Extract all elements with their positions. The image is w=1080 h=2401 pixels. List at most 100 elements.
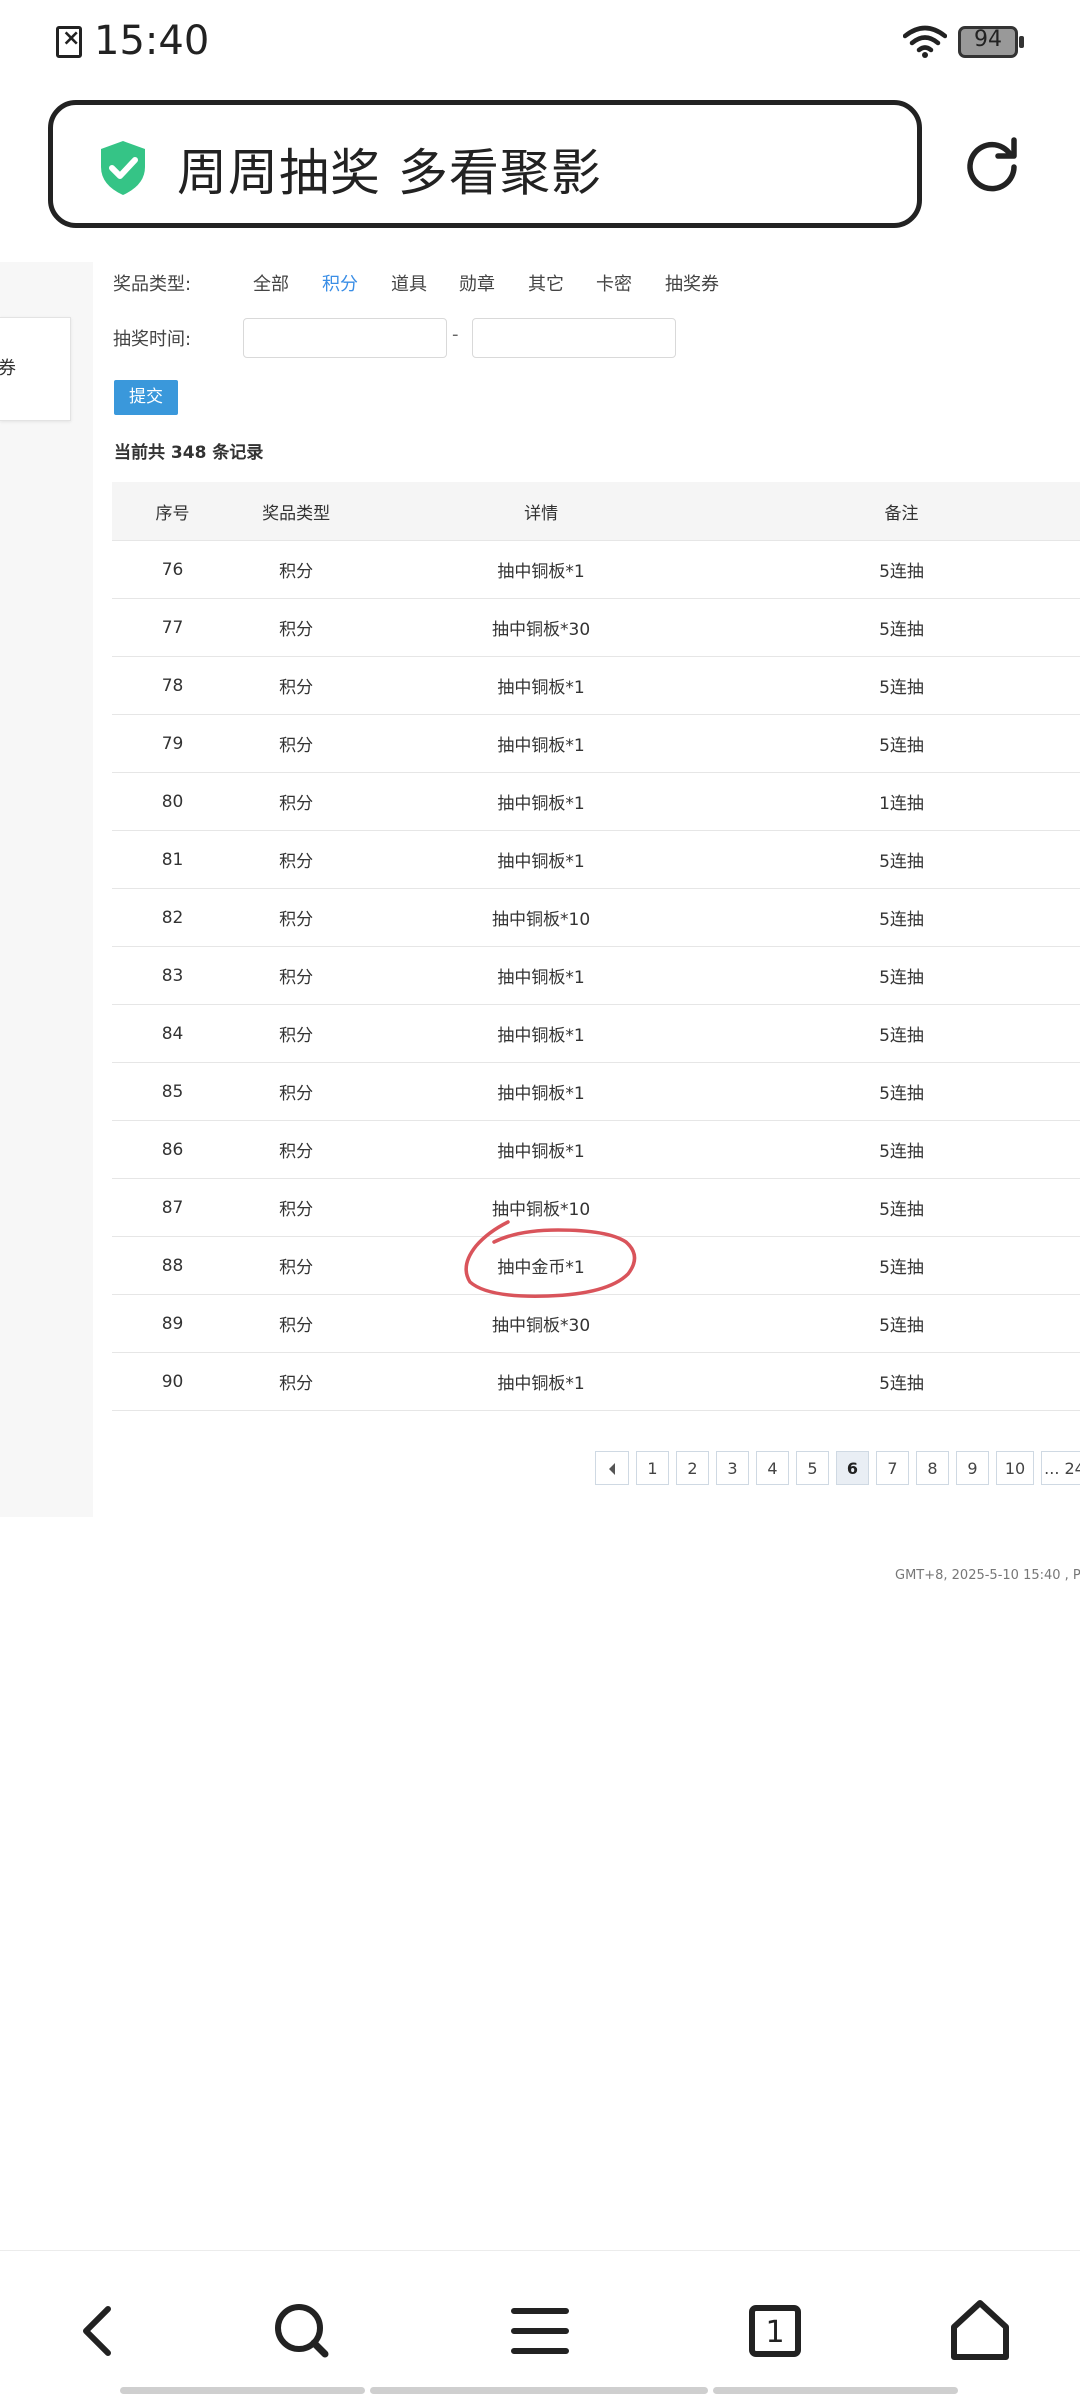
- header-prize-type: 奖品类型: [233, 482, 360, 541]
- header-index: 序号: [112, 482, 234, 541]
- cell-index: 90: [112, 1352, 234, 1411]
- page-3[interactable]: 3: [716, 1451, 749, 1485]
- filter-items[interactable]: 道具: [391, 270, 427, 296]
- footer-timestamp: GMT+8, 2025-5-10 15:40 , Pr: [895, 1568, 1080, 1583]
- cell-prize-type: 积分: [233, 946, 360, 1005]
- cell-details: 抽中铜板*1: [359, 830, 724, 889]
- shield-check-icon: [101, 141, 145, 195]
- page-8[interactable]: 8: [916, 1451, 949, 1485]
- status-time: 15:40: [94, 18, 210, 64]
- sidebar-card[interactable]: 券: [0, 317, 71, 421]
- cell-notes: 5连抽: [723, 1352, 1080, 1411]
- cell-details: 抽中铜板*1: [359, 1004, 724, 1063]
- pagination: 1 2 3 4 5 6 7 8 9 10 ... 24: [595, 1451, 1080, 1487]
- table-row: 79 积分 抽中铜板*1 5连抽: [112, 714, 1080, 773]
- cell-index: 76: [112, 540, 234, 599]
- cell-details: 抽中铜板*1: [359, 1352, 724, 1411]
- cell-index: 80: [112, 772, 234, 831]
- cell-details: 抽中铜板*1: [359, 714, 724, 773]
- cell-prize-type: 积分: [233, 656, 360, 715]
- table-row: 86 积分 抽中铜板*1 5连抽: [112, 1120, 1080, 1179]
- gesture-bar-center: [370, 2387, 708, 2394]
- cell-notes: 5连抽: [723, 830, 1080, 889]
- page-last[interactable]: ... 24: [1041, 1451, 1080, 1485]
- cell-details: 抽中铜板*1: [359, 772, 724, 831]
- address-bar[interactable]: 周周抽奖 多看聚影: [48, 100, 922, 228]
- cell-index: 88: [112, 1236, 234, 1295]
- cell-index: 82: [112, 888, 234, 947]
- cell-index: 77: [112, 598, 234, 657]
- page-7[interactable]: 7: [876, 1451, 909, 1485]
- cell-prize-type: 积分: [233, 1352, 360, 1411]
- prize-type-label: 奖品类型:: [113, 274, 192, 295]
- cell-index: 89: [112, 1294, 234, 1353]
- cell-index: 85: [112, 1062, 234, 1121]
- page-5[interactable]: 5: [796, 1451, 829, 1485]
- table-row: 83 积分 抽中铜板*1 5连抽: [112, 946, 1080, 1005]
- table-row: 82 积分 抽中铜板*10 5连抽: [112, 888, 1080, 947]
- page-6-current[interactable]: 6: [836, 1451, 869, 1485]
- back-icon[interactable]: [60, 2291, 140, 2371]
- filter-card-keys[interactable]: 卡密: [596, 270, 632, 296]
- page-1[interactable]: 1: [636, 1451, 669, 1485]
- filter-medals[interactable]: 勋章: [459, 270, 495, 296]
- wifi-icon: [903, 25, 947, 58]
- table-row: 76 积分 抽中铜板*1 5连抽: [112, 540, 1080, 599]
- cell-prize-type: 积分: [233, 1062, 360, 1121]
- tabs-icon[interactable]: 1: [735, 2291, 815, 2371]
- cell-notes: 5连抽: [723, 888, 1080, 947]
- bottom-nav: 1: [0, 2250, 1080, 2401]
- caret-left-icon: [609, 1463, 615, 1475]
- gesture-bar-right: [713, 2387, 958, 2394]
- status-bar: 15:40 94: [0, 0, 1080, 84]
- cell-notes: 5连抽: [723, 714, 1080, 773]
- cell-prize-type: 积分: [233, 1178, 360, 1237]
- filter-other[interactable]: 其它: [528, 270, 564, 296]
- cell-prize-type: 积分: [233, 830, 360, 889]
- cell-details: 抽中铜板*1: [359, 946, 724, 1005]
- end-date-input[interactable]: [472, 318, 676, 358]
- cell-notes: 5连抽: [723, 1294, 1080, 1353]
- main-panel: 奖品类型: 全部 积分 道具 勋章 其它 卡密 抽奖券 抽奖时间: - 提交 当…: [93, 262, 1080, 1517]
- annotation-circle: [464, 1220, 637, 1298]
- start-date-input[interactable]: [243, 318, 447, 358]
- prev-page-button[interactable]: [595, 1451, 629, 1485]
- cell-index: 79: [112, 714, 234, 773]
- cell-notes: 5连抽: [723, 1178, 1080, 1237]
- table-row: 90 积分 抽中铜板*1 5连抽: [112, 1352, 1080, 1411]
- filter-all[interactable]: 全部: [253, 270, 289, 296]
- cell-notes: 5连抽: [723, 1236, 1080, 1295]
- battery-level: 94: [974, 27, 1002, 52]
- cell-prize-type: 积分: [233, 1004, 360, 1063]
- home-icon[interactable]: [940, 2291, 1020, 2371]
- page-4[interactable]: 4: [756, 1451, 789, 1485]
- table-header-row: 序号 奖品类型 详情 备注: [112, 482, 1080, 541]
- page-10[interactable]: 10: [996, 1451, 1034, 1485]
- sidebar-label: 券: [0, 358, 16, 379]
- table-row: 81 积分 抽中铜板*1 5连抽: [112, 830, 1080, 889]
- cell-prize-type: 积分: [233, 1236, 360, 1295]
- menu-icon[interactable]: [500, 2291, 580, 2371]
- submit-button[interactable]: 提交: [114, 380, 178, 415]
- record-count: 当前共 348 条记录: [114, 443, 264, 463]
- battery-icon: 94: [958, 26, 1024, 58]
- cell-details: 抽中铜板*30: [359, 598, 724, 657]
- cell-prize-type: 积分: [233, 1294, 360, 1353]
- web-content: 券 奖品类型: 全部 积分 道具 勋章 其它 卡密 抽奖券 抽奖时间: - 提交…: [0, 262, 1080, 1517]
- filter-lottery-tickets[interactable]: 抽奖券: [665, 270, 719, 296]
- reload-icon[interactable]: [962, 134, 1022, 194]
- filter-points[interactable]: 积分: [322, 270, 358, 296]
- table-row: 78 积分 抽中铜板*1 5连抽: [112, 656, 1080, 715]
- cell-details: 抽中铜板*10: [359, 888, 724, 947]
- page-9[interactable]: 9: [956, 1451, 989, 1485]
- date-separator: -: [452, 324, 459, 345]
- cell-notes: 5连抽: [723, 656, 1080, 715]
- search-icon[interactable]: [262, 2291, 342, 2371]
- cell-notes: 5连抽: [723, 1120, 1080, 1179]
- cell-details: 抽中铜板*1: [359, 1120, 724, 1179]
- cell-notes: 5连抽: [723, 540, 1080, 599]
- cell-notes: 5连抽: [723, 946, 1080, 1005]
- page-2[interactable]: 2: [676, 1451, 709, 1485]
- table-row: 85 积分 抽中铜板*1 5连抽: [112, 1062, 1080, 1121]
- table-row: 84 积分 抽中铜板*1 5连抽: [112, 1004, 1080, 1063]
